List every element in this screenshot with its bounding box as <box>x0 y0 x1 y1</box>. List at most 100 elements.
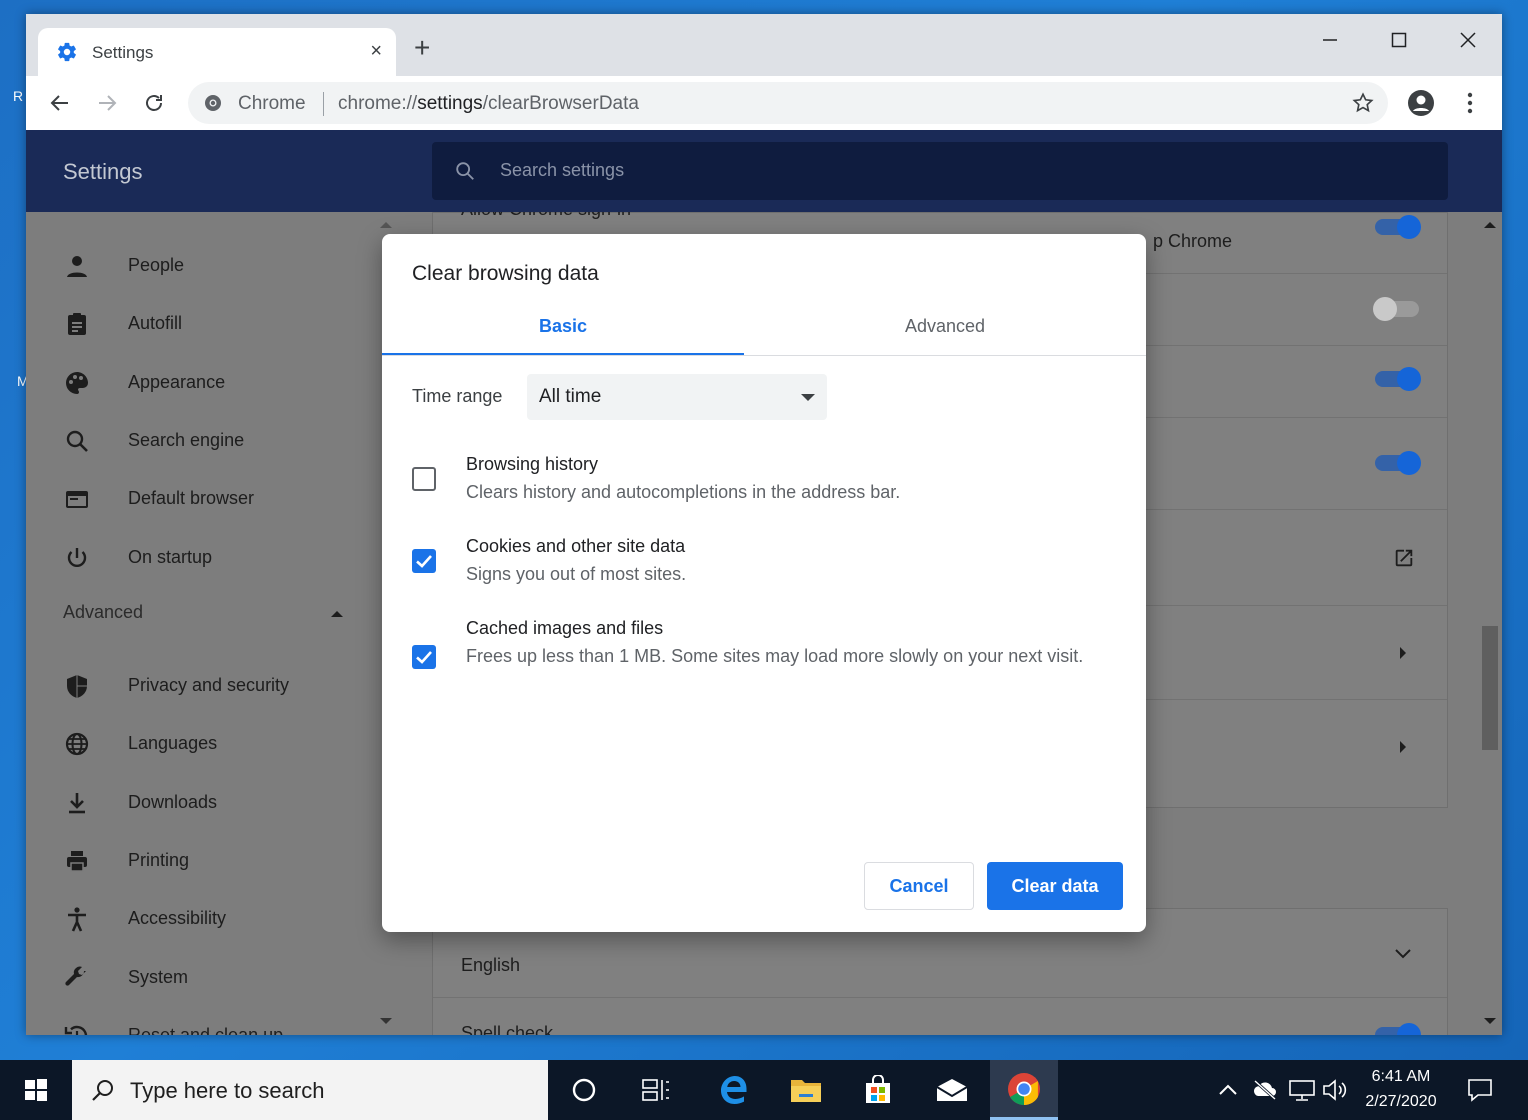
desktop-icon-label-fragment: R <box>13 88 24 104</box>
tab-settings[interactable]: Settings × <box>38 28 396 76</box>
new-tab-button[interactable]: + <box>414 34 430 62</box>
address-bar[interactable]: Chrome chrome://settings/clearBrowserDat… <box>188 82 1388 124</box>
close-window-button[interactable] <box>1440 22 1496 58</box>
search-settings-input[interactable]: Search settings <box>432 142 1448 200</box>
sidebar-item-people[interactable]: People <box>26 241 386 291</box>
clock-date[interactable]: 2/27/2020 <box>1356 1093 1446 1111</box>
kebab-menu-icon <box>1467 92 1473 114</box>
start-button[interactable] <box>0 1060 72 1120</box>
folder-icon <box>791 1080 821 1102</box>
task-view-button[interactable] <box>622 1060 690 1120</box>
mail-button[interactable] <box>918 1060 986 1120</box>
setting-row-desc: p Chrome <box>1153 231 1233 251</box>
option-description: Clears history and autocompletions in th… <box>466 482 901 502</box>
sidebar-item-appearance[interactable]: Appearance <box>26 358 386 408</box>
sidebar-item-printing[interactable]: Printing <box>26 836 386 886</box>
maximize-button[interactable] <box>1371 22 1427 58</box>
scroll-thumb[interactable] <box>1482 626 1498 750</box>
sidebar-item-label: Downloads <box>128 792 218 812</box>
menu-button[interactable] <box>1455 88 1485 118</box>
scroll-down-icon[interactable] <box>1484 1018 1496 1026</box>
sidebar-item-default-browser[interactable]: Default browser <box>26 474 386 524</box>
sidebar-advanced-header[interactable]: Advanced <box>63 602 143 623</box>
chevron-up-icon[interactable] <box>330 608 344 618</box>
sidebar-scroll-up-icon[interactable] <box>380 220 392 228</box>
chevron-up-icon[interactable] <box>1218 1082 1238 1096</box>
globe-icon <box>65 732 89 756</box>
file-explorer-button[interactable] <box>772 1060 840 1120</box>
close-icon <box>1460 32 1476 48</box>
chevron-down-icon[interactable] <box>1395 949 1411 959</box>
browser-icon <box>66 491 88 508</box>
chevron-right-icon[interactable] <box>1399 741 1407 753</box>
notification-icon[interactable] <box>1466 1076 1494 1104</box>
tab-strip: Settings × + <box>26 14 1502 76</box>
option-description: Frees up less than 1 MB. Some sites may … <box>466 646 1084 666</box>
sidebar-item-languages[interactable]: Languages <box>26 719 386 769</box>
page-scrollbar[interactable] <box>1478 212 1502 1035</box>
toggle-switch[interactable] <box>1375 451 1421 475</box>
browser-toolbar: Chrome chrome://settings/clearBrowserDat… <box>26 76 1502 130</box>
chevron-right-icon[interactable] <box>1399 647 1407 659</box>
sidebar-item-search-engine[interactable]: Search engine <box>26 416 386 466</box>
sidebar-item-on-startup[interactable]: On startup <box>26 533 386 583</box>
spell-check-toggle[interactable] <box>1375 1023 1421 1035</box>
back-button[interactable] <box>45 88 75 118</box>
option-title: Browsing history <box>466 454 599 474</box>
open-external-icon[interactable] <box>1393 547 1415 569</box>
history-icon <box>64 1025 88 1035</box>
clock-time[interactable]: 6:41 AM <box>1360 1068 1442 1086</box>
sidebar-item-accessibility[interactable]: Accessibility <box>26 894 386 944</box>
cortana-button[interactable] <box>550 1060 618 1120</box>
settings-header: Settings Search settings <box>26 130 1502 212</box>
sidebar-item-system[interactable]: System <box>26 953 386 1003</box>
url-path: /clearBrowserData <box>482 93 639 114</box>
minimize-button[interactable] <box>1302 22 1358 58</box>
browsing-history-checkbox[interactable] <box>412 467 436 491</box>
clear-browsing-data-dialog: Clear browsing data Basic Advanced Time … <box>382 234 1146 932</box>
task-view-icon <box>642 1079 669 1101</box>
person-icon <box>67 256 87 277</box>
forward-button[interactable] <box>92 88 122 118</box>
download-icon <box>69 793 85 814</box>
tab-basic[interactable]: Basic <box>382 310 744 356</box>
search-placeholder: Search settings <box>500 160 625 180</box>
site-label: Chrome <box>238 93 306 114</box>
network-icon[interactable] <box>1288 1078 1316 1102</box>
chrome-icon <box>205 95 221 111</box>
store-button[interactable] <box>844 1060 912 1120</box>
power-icon <box>67 548 87 567</box>
sidebar-item-downloads[interactable]: Downloads <box>26 778 386 828</box>
taskbar-search-box[interactable]: Type here to search <box>72 1060 548 1120</box>
star-icon[interactable] <box>1352 92 1374 114</box>
accessibility-icon <box>68 907 86 932</box>
toggle-switch[interactable] <box>1373 297 1419 321</box>
sidebar-item-reset-and-clean-up[interactable]: Reset and clean up <box>26 1011 386 1035</box>
cookies-checkbox[interactable] <box>412 549 436 573</box>
volume-icon[interactable] <box>1322 1078 1350 1102</box>
cancel-button[interactable]: Cancel <box>864 862 974 910</box>
onedrive-off-icon[interactable] <box>1252 1078 1278 1102</box>
chrome-taskbar-button[interactable] <box>990 1060 1058 1120</box>
clear-data-button[interactable]: Clear data <box>987 862 1123 910</box>
sidebar-item-label: Privacy and security <box>128 675 290 695</box>
edge-button[interactable] <box>700 1060 768 1120</box>
omnibox-separator <box>323 92 324 116</box>
sidebar-item-autofill[interactable]: Autofill <box>26 299 386 349</box>
tab-close-button[interactable]: × <box>370 40 382 63</box>
profile-button[interactable] <box>1406 88 1436 118</box>
tab-title: Settings <box>92 43 154 62</box>
scroll-up-icon[interactable] <box>1484 220 1496 228</box>
search-icon <box>92 1080 113 1101</box>
sidebar-scroll-down-icon[interactable] <box>380 1018 392 1026</box>
toggle-switch[interactable] <box>1375 215 1421 239</box>
tab-advanced[interactable]: Advanced <box>764 310 1126 356</box>
time-range-select[interactable]: All time <box>527 374 827 420</box>
reload-button[interactable] <box>139 88 169 118</box>
browser-window: Settings × + Chrome chrome://settings/cl… <box>26 14 1502 1035</box>
cached-images-checkbox[interactable] <box>412 645 436 669</box>
toggle-switch[interactable] <box>1375 367 1421 391</box>
sidebar-item-privacy-and-security[interactable]: Privacy and security <box>26 661 386 711</box>
dialog-title: Clear browsing data <box>412 262 599 285</box>
printer-icon <box>67 851 87 872</box>
